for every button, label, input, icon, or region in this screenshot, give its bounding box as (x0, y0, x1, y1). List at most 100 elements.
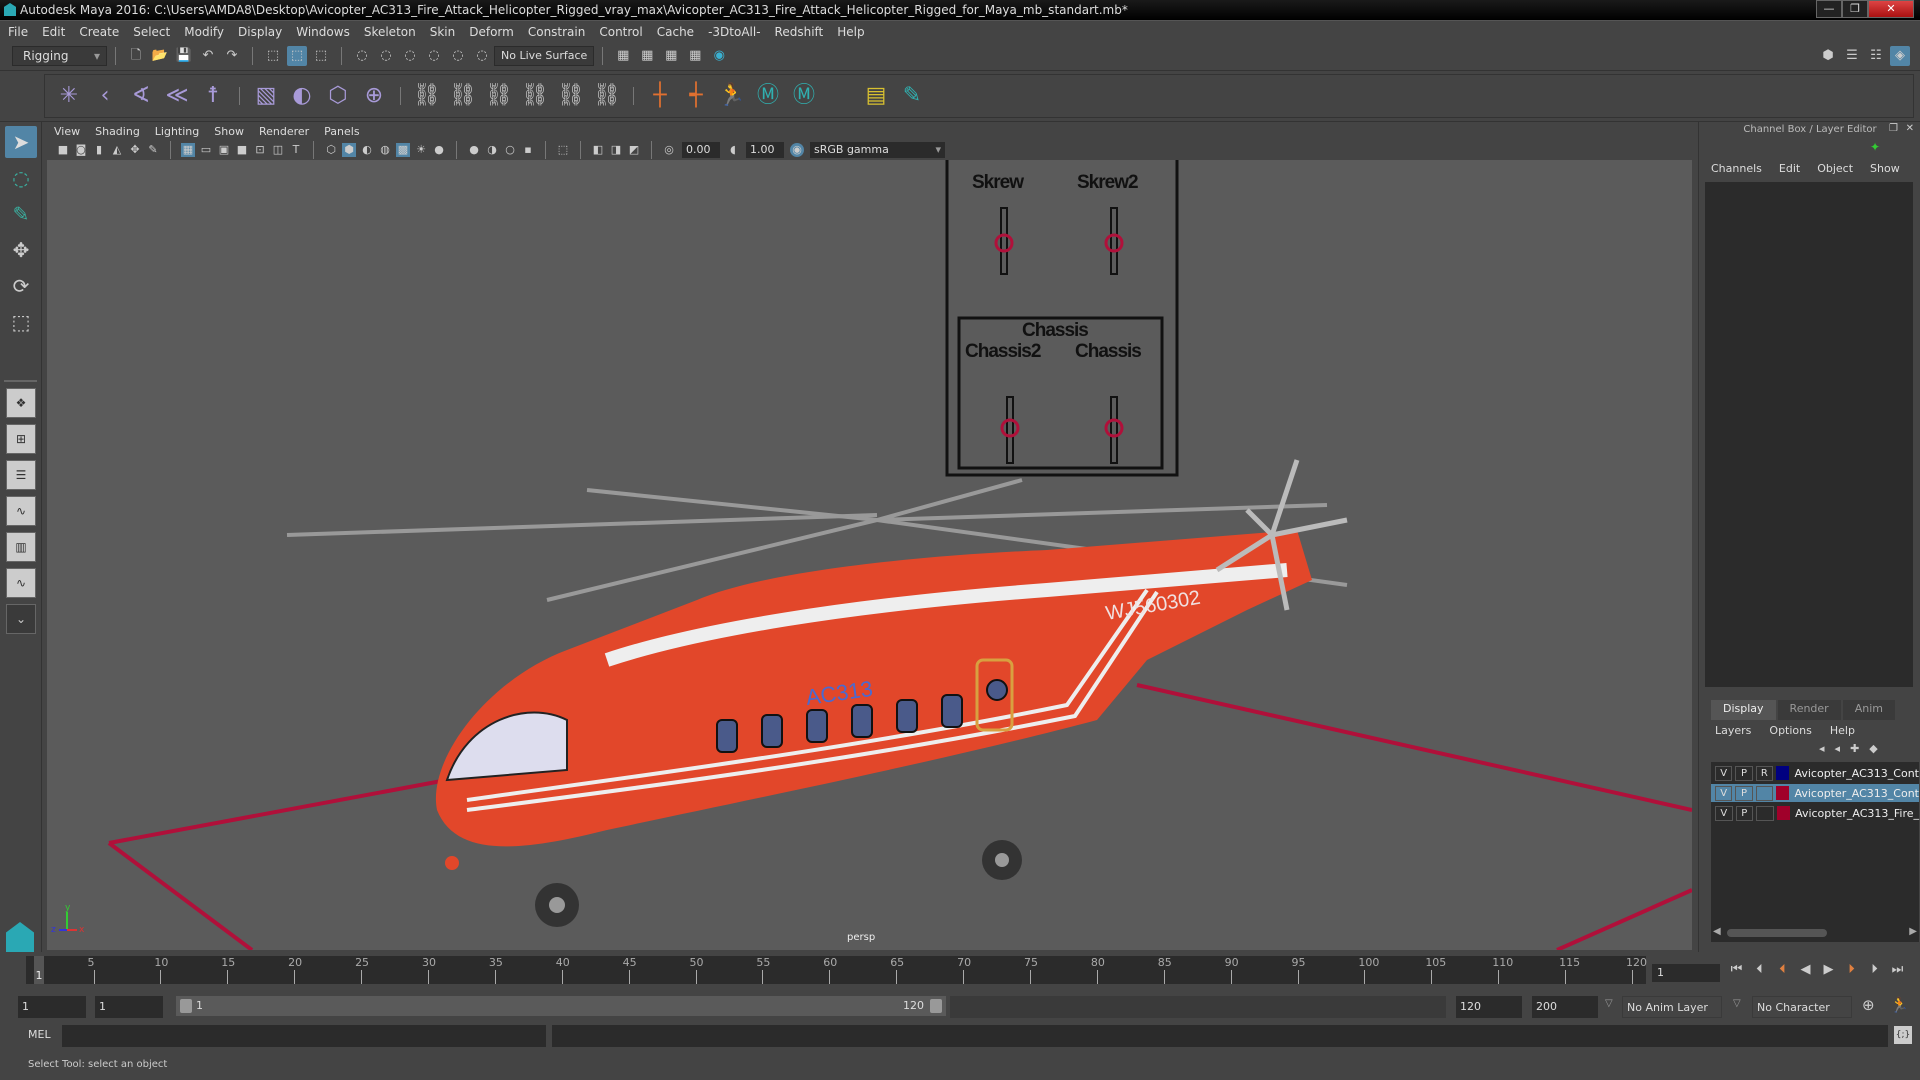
step-forward-frame-icon[interactable]: ⏵ (1863, 962, 1886, 977)
camera-attr-icon[interactable]: ◙ (74, 143, 88, 157)
safe-action-icon[interactable]: ◫ (271, 143, 285, 157)
layer-color-swatch[interactable] (1776, 766, 1790, 780)
layer-horizontal-scrollbar[interactable]: ◀ ▶ (1713, 926, 1917, 938)
snap-curve-icon[interactable]: ◌ (376, 46, 396, 66)
anim-layer-field[interactable]: No Anim Layer (1622, 996, 1722, 1018)
snap-point-icon[interactable]: ◌ (400, 46, 420, 66)
current-frame-field[interactable]: 1 (1652, 964, 1720, 982)
shadows-icon[interactable]: ● (432, 143, 446, 157)
anim-layer-dropdown-arrow[interactable]: ▽ (1605, 998, 1613, 1009)
maximize-button[interactable]: ❐ (1842, 0, 1868, 18)
range-slider-bar[interactable]: 1 120 (176, 996, 946, 1016)
manipulator-icon[interactable]: ✦ (1870, 140, 1880, 154)
close-panel-icon[interactable]: ✕ (1906, 123, 1914, 134)
perspective-viewport[interactable]: AC313 WJ560302 y x z Skrew Skrew2 Chassi… (47, 160, 1692, 950)
orient-constraint-icon[interactable]: ⛓ (484, 81, 514, 111)
step-back-key-icon[interactable]: ⏴ (1771, 962, 1794, 977)
menu-redshift[interactable]: Redshift (775, 25, 824, 39)
maya-logo-shelf-icon-2[interactable]: Ⓜ (789, 81, 819, 111)
camera-select-icon[interactable]: ■ (56, 143, 70, 157)
layer-row[interactable]: V P R Avicopter_AC313_Cont (1711, 764, 1919, 782)
create-joint-icon[interactable]: ✳ (54, 81, 84, 111)
redo-icon[interactable]: ↷ (222, 46, 242, 66)
scrollbar-thumb[interactable] (1727, 929, 1827, 937)
layer-color-swatch[interactable] (1776, 806, 1791, 820)
locator-link-icon[interactable]: ┽ (681, 81, 711, 111)
vp-menu-renderer[interactable]: Renderer (259, 125, 309, 138)
layer-menu-layers[interactable]: Layers (1715, 724, 1751, 737)
persp-outliner-layout-icon[interactable]: ☰ (6, 460, 36, 490)
character-set-field[interactable]: No Character Set (1752, 996, 1852, 1036)
open-scene-icon[interactable]: 📂 (150, 46, 170, 66)
hypershade-icon[interactable]: ◉ (709, 46, 729, 66)
step-back-frame-icon[interactable]: ⏴ (1748, 962, 1771, 977)
view-transform-dropdown[interactable]: sRGB gamma (810, 142, 945, 158)
ik-spline-icon[interactable]: ∢ (126, 81, 156, 111)
menu-create[interactable]: Create (79, 25, 119, 39)
backface-culling-icon[interactable]: ◩ (627, 143, 641, 157)
menu-modify[interactable]: Modify (184, 25, 224, 39)
layer-row[interactable]: V P Avicopter_AC313_Cont (1711, 784, 1919, 802)
bind-skin-icon[interactable]: ≪ (162, 81, 192, 111)
gamma-field[interactable]: 1.00 (746, 142, 784, 158)
range-slider-track[interactable] (950, 996, 1446, 1018)
layer-tab-anim[interactable]: Anim (1842, 700, 1895, 720)
current-time-marker[interactable]: 1 (34, 956, 44, 984)
undo-icon[interactable]: ↶ (198, 46, 218, 66)
character-set-dropdown-arrow[interactable]: ▽ (1733, 998, 1741, 1009)
paint-select-icon[interactable]: ✎ (897, 81, 927, 111)
color-management-toggle-icon[interactable]: ◉ (790, 143, 804, 157)
start-time-field[interactable]: 1 (18, 996, 86, 1018)
range-start-handle[interactable] (180, 999, 192, 1013)
safe-title-icon[interactable]: T (289, 143, 303, 157)
layer-tab-display[interactable]: Display (1711, 700, 1776, 720)
layer-reference-toggle[interactable]: R (1755, 765, 1774, 781)
persp-graph-layout-icon[interactable]: ∿ (6, 496, 36, 526)
float-panel-icon[interactable]: ❐ (1889, 123, 1898, 134)
save-scene-icon[interactable]: 💾 (174, 46, 194, 66)
empty-shelf-slot[interactable] (825, 81, 855, 111)
vp-menu-panels[interactable]: Panels (324, 125, 359, 138)
playback-start-field[interactable]: 1 (95, 996, 163, 1018)
layer-playback-toggle[interactable]: P (1735, 805, 1753, 821)
locator-icon[interactable]: ┼ (645, 81, 675, 111)
move-layer-down-icon[interactable]: ◂ (1835, 742, 1841, 755)
cb-menu-channels[interactable]: Channels (1711, 162, 1762, 175)
textured-icon[interactable]: ▩ (396, 143, 410, 157)
ambient-occlusion-icon[interactable]: ● (467, 143, 481, 157)
four-view-layout-icon[interactable]: ⊞ (6, 424, 36, 454)
layer-color-swatch[interactable] (1776, 786, 1790, 800)
lattice-icon[interactable]: ⬡ (323, 81, 353, 111)
humanik-icon[interactable]: ☨ (198, 81, 228, 111)
ipr-render-icon[interactable]: ▦ (661, 46, 681, 66)
time-slider[interactable]: 5 10 15 20 25 30 35 40 45 50 55 60 65 70 75 80 85 90 95 100… (26, 956, 1647, 984)
layer-menu-help[interactable]: Help (1830, 724, 1855, 737)
go-to-end-icon[interactable]: ⏭ (1886, 962, 1909, 977)
menu-cache[interactable]: Cache (657, 25, 694, 39)
smooth-shade-icon[interactable]: ⬢ (342, 143, 356, 157)
lasso-tool-icon[interactable]: ◌ (5, 162, 37, 194)
aim-constraint-icon[interactable]: ⛓ (556, 81, 586, 111)
pole-vector-icon[interactable]: ⛓ (592, 81, 622, 111)
new-scene-icon[interactable]: 🗋 (126, 46, 146, 66)
point-constraint-icon[interactable]: ⛓ (448, 81, 478, 111)
script-editor-icon[interactable]: {;} (1894, 1026, 1912, 1044)
layer-playback-toggle[interactable]: P (1735, 765, 1753, 781)
live-surface-field[interactable]: No Live Surface (494, 46, 595, 66)
minimize-button[interactable]: — (1816, 0, 1842, 18)
wireframe-on-shaded-icon[interactable]: ◐ (360, 143, 374, 157)
select-hierarchy-icon[interactable]: ⬚ (263, 46, 283, 66)
animation-preferences-icon[interactable]: 🏃 (1890, 996, 1909, 1014)
channel-box-body[interactable] (1705, 182, 1913, 687)
snap-view-plane-icon[interactable]: ◌ (424, 46, 444, 66)
layer-visibility-toggle[interactable]: V (1715, 785, 1733, 801)
film-gate-icon[interactable]: ▭ (199, 143, 213, 157)
xray-active-icon[interactable]: ◨ (609, 143, 623, 157)
select-object-icon[interactable]: ⬚ (287, 46, 307, 66)
layer-row[interactable]: V P Avicopter_AC313_Fire_ (1711, 804, 1919, 822)
go-to-start-icon[interactable]: ⏮ (1725, 962, 1748, 977)
motion-blur-icon[interactable]: ◑ (485, 143, 499, 157)
render-settings-icon[interactable]: ▦ (613, 46, 633, 66)
scale-constraint-icon[interactable]: ⛓ (520, 81, 550, 111)
attribute-editor-icon[interactable]: ☰ (1842, 46, 1862, 66)
